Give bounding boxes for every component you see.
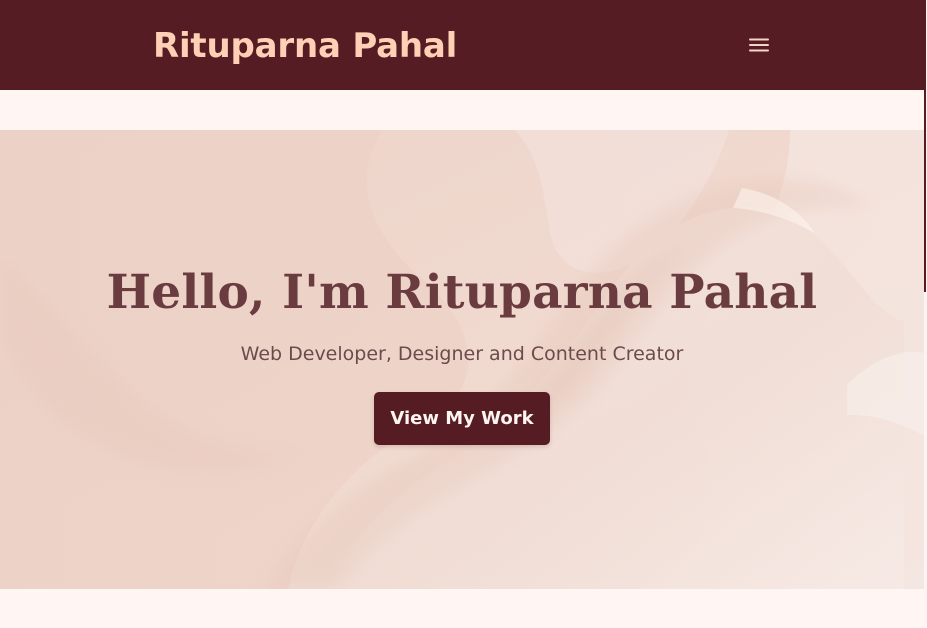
menu-button[interactable] <box>742 31 776 59</box>
hero-heading: Hello, I'm Rituparna Pahal <box>106 265 818 320</box>
top-navigation-bar: Rituparna Pahal <box>0 0 924 90</box>
portfolio-page: Rituparna Pahal Hello, I'm Rituparna Pah… <box>0 0 927 628</box>
hero-subtitle: Web Developer, Designer and Content Crea… <box>240 343 684 365</box>
view-my-work-button[interactable]: View My Work <box>374 392 550 445</box>
hamburger-menu-icon <box>742 31 776 59</box>
right-edge-divider <box>924 0 926 292</box>
site-brand[interactable]: Rituparna Pahal <box>153 24 457 68</box>
